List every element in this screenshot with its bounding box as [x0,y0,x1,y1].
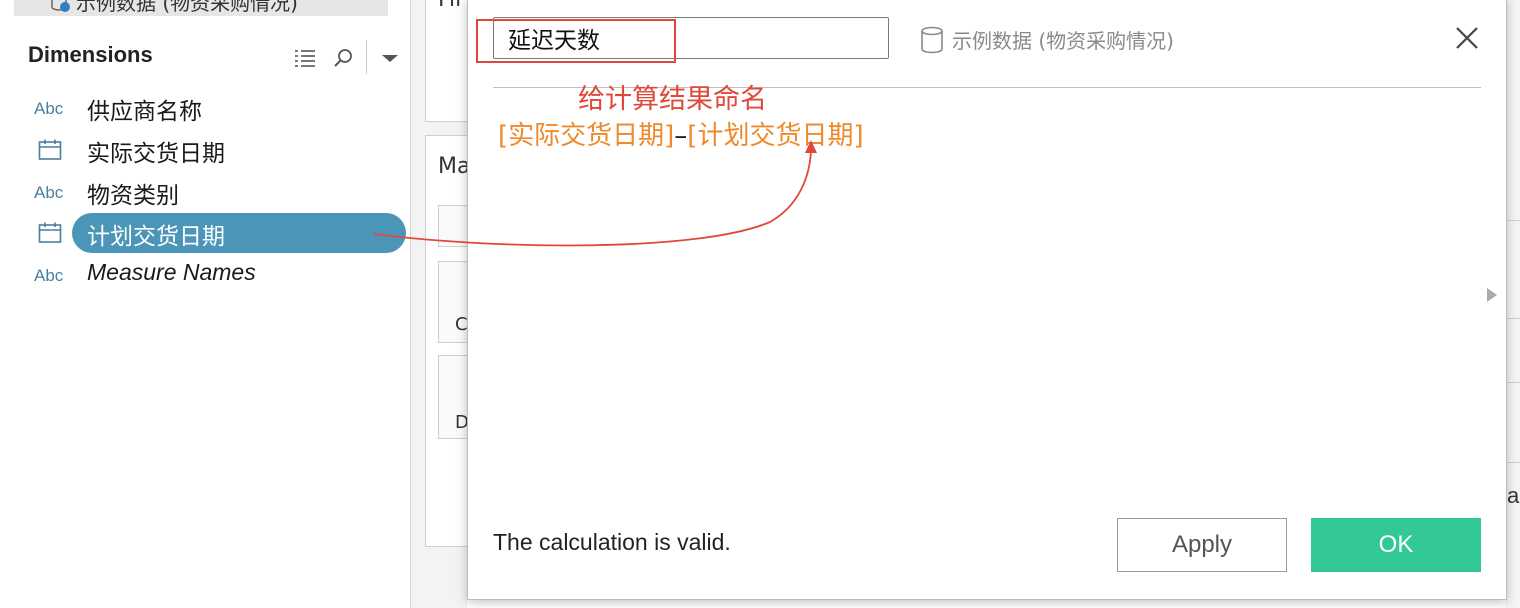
divider [1505,382,1520,383]
close-icon[interactable] [1454,25,1480,51]
database-check-icon [51,0,70,12]
ok-button[interactable]: OK [1311,518,1481,572]
mark-button-label: C [455,314,468,335]
database-icon [921,26,943,54]
annotation-text: 给计算结果命名 [578,84,767,115]
filters-card-title: Fil [438,0,461,12]
dimensions-header: Dimensions [28,42,153,67]
search-icon[interactable] [332,46,356,70]
list-view-icon[interactable] [293,46,317,70]
field-planned-delivery-date[interactable]: 计划交货日期 [0,213,410,253]
validation-status: The calculation is valid. [493,529,731,555]
field-label: 计划交货日期 [87,224,225,250]
string-type-icon: Abc [34,99,64,118]
marks-card-title: Ma [438,154,471,179]
formula-field-actual: [实际交货日期] [498,121,675,151]
calculation-name-input[interactable] [493,17,889,59]
string-type-icon: Abc [34,183,64,202]
data-source-label: 示例数据 (物资采购情况) [76,0,298,15]
field-supplier-name[interactable]: Abc 供应商名称 [0,88,410,128]
field-label: Measure Names [87,259,256,285]
right-edge-text: a [1507,483,1520,508]
field-label: 物资类别 [87,183,179,209]
field-label: 供应商名称 [87,99,202,125]
apply-button[interactable]: Apply [1117,518,1287,572]
divider [1505,462,1520,463]
calculated-field-dialog: 示例数据 (物资采购情况) 给计算结果命名 [实际交货日期]–[计划交货日期] … [467,0,1507,600]
string-type-icon: Abc [34,266,64,285]
formula-editor[interactable]: [实际交货日期]–[计划交货日期] [498,115,864,152]
right-background-pane: a [1505,0,1520,608]
expand-arrow-icon[interactable] [1486,287,1498,303]
data-pane: 示例数据 (物资采购情况) Dimensions Abc 供应商名称 实际交货日… [0,0,411,608]
data-source-label: 示例数据 (物资采购情况) [952,29,1174,53]
divider [1505,220,1520,221]
dropdown-caret-icon[interactable] [378,46,402,70]
formula-field-planned: [计划交货日期] [687,121,864,151]
calendar-icon [38,222,62,243]
divider [1505,318,1520,319]
field-material-category[interactable]: Abc 物资类别 [0,172,410,212]
calendar-icon [38,139,62,160]
field-actual-delivery-date[interactable]: 实际交货日期 [0,130,410,170]
header-separator [366,40,367,74]
field-measure-names[interactable]: Abc Measure Names [0,255,410,295]
data-source-row[interactable]: 示例数据 (物资采购情况) [14,0,388,16]
formula-operator: – [674,121,688,151]
field-label: 实际交货日期 [87,141,225,167]
